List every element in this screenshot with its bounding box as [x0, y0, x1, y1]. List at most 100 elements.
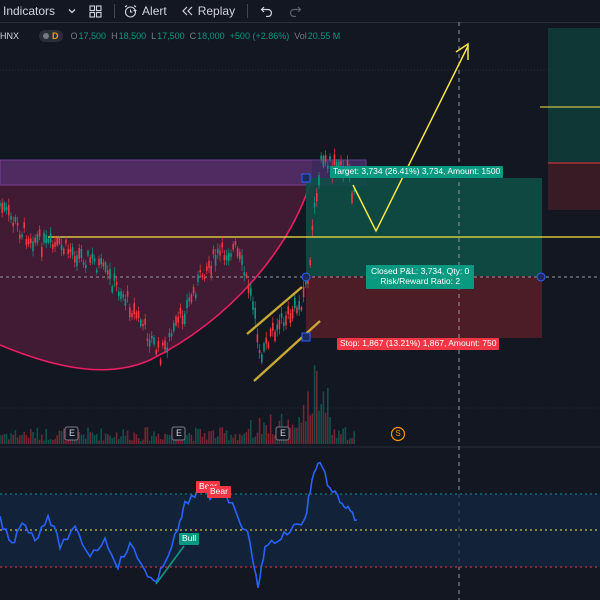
replay-icon — [181, 6, 193, 16]
candle-body — [96, 269, 98, 273]
price-chart[interactable] — [0, 0, 600, 600]
volume-bar — [126, 430, 129, 444]
candle-body — [258, 349, 261, 353]
cup-curve — [0, 177, 313, 371]
volume-bar — [30, 428, 32, 444]
volume-bar — [287, 419, 289, 444]
volume-bar — [208, 431, 210, 444]
volume-bar — [206, 439, 208, 444]
open-key: O — [70, 31, 78, 41]
volume-bar — [210, 431, 212, 444]
candle-body — [47, 239, 50, 243]
drawing-handle[interactable] — [301, 272, 311, 282]
candle-body — [340, 161, 342, 166]
candle-body — [265, 337, 267, 344]
candle-body — [10, 215, 12, 220]
volume-bar — [217, 436, 219, 444]
undo-button[interactable] — [260, 0, 274, 22]
oscillator-band — [0, 494, 600, 567]
target-label: Target: 3,734 (26.41%) 3,734, Amount: 15… — [330, 166, 504, 178]
candle-body — [151, 335, 153, 339]
candle-body — [135, 312, 138, 319]
candle-body — [19, 234, 21, 239]
volume-bar — [58, 430, 61, 444]
candle-body — [109, 268, 111, 279]
volume-bar — [49, 438, 52, 444]
volume-bar — [245, 432, 248, 444]
volume-bar — [3, 434, 6, 444]
volume-bar — [16, 437, 19, 444]
drawing-handle[interactable] — [536, 272, 546, 282]
volume-bar — [76, 429, 78, 444]
candle-body — [155, 349, 157, 355]
candle-body — [269, 328, 272, 337]
volume-bar — [34, 437, 36, 444]
candle-body — [316, 192, 318, 202]
candle-body — [250, 288, 252, 296]
candle-body — [201, 275, 204, 278]
candle-body — [298, 300, 300, 310]
candle-body — [214, 254, 217, 266]
volume-bar — [32, 432, 34, 444]
volume-bar — [153, 431, 155, 444]
candle-body — [133, 303, 135, 315]
candle-body — [241, 255, 243, 265]
volume-bar — [322, 391, 325, 444]
candle-body — [296, 307, 298, 314]
candle-body — [118, 291, 120, 297]
indicators-button[interactable]: Indicators — [0, 0, 55, 22]
low-value: 17,500 — [157, 31, 185, 41]
volume-bar — [52, 440, 54, 444]
candle-body — [65, 239, 67, 244]
drawing-handle[interactable] — [301, 332, 311, 342]
volume-bar — [261, 433, 263, 444]
chevron-down-icon[interactable] — [67, 0, 77, 22]
alert-button[interactable]: Alert — [123, 0, 167, 22]
candle-body — [353, 189, 355, 193]
candle-body — [210, 265, 212, 276]
candle-body — [225, 255, 228, 260]
volume-bar — [179, 440, 182, 444]
candle-body — [197, 274, 199, 283]
candle-body — [212, 249, 215, 255]
change-value: +500 (+2.86%) — [229, 31, 290, 41]
candle-body — [34, 237, 36, 243]
low-key: L — [151, 31, 157, 41]
redo-button[interactable] — [288, 0, 302, 22]
volume-bar — [267, 433, 270, 444]
candle-body — [67, 248, 69, 255]
volume-bar — [140, 440, 142, 444]
candle-body — [230, 253, 232, 257]
volume-bar — [265, 425, 267, 444]
volume-bar — [109, 435, 111, 444]
volume-bar — [338, 430, 340, 444]
replay-label: Replay — [197, 4, 236, 18]
candle-body — [137, 311, 140, 318]
candle-body — [236, 248, 239, 257]
volume-bar — [170, 435, 173, 444]
candle-body — [89, 257, 91, 263]
replay-button[interactable]: Replay — [181, 0, 235, 22]
volume-bar — [43, 440, 45, 444]
volume-bar — [142, 439, 144, 444]
candle-body — [3, 202, 6, 211]
drawing-handle[interactable] — [301, 173, 311, 183]
volume-bar — [14, 430, 17, 444]
timeframe-badge[interactable]: D — [39, 30, 63, 42]
layout-grid-icon[interactable] — [89, 0, 102, 22]
candle-body — [324, 155, 327, 162]
candle-body — [124, 299, 127, 306]
candle-body — [175, 316, 177, 326]
candle-body — [285, 315, 287, 326]
candle-body — [41, 246, 43, 257]
risk-reward-text: Risk/Reward Ratio: 2 — [380, 275, 461, 286]
ohlc-legend: HNX D O 17,500 H 18,500 L 17,500 C 18,000 +5… — [0, 29, 340, 43]
volume-bar — [199, 428, 201, 444]
candle-body — [243, 272, 245, 276]
volume-bar — [349, 438, 351, 444]
volume-bar — [223, 433, 226, 444]
volume-bar — [98, 440, 100, 444]
volume-bar — [212, 430, 215, 444]
volume-bar — [45, 428, 47, 444]
volume-bar — [54, 439, 56, 444]
